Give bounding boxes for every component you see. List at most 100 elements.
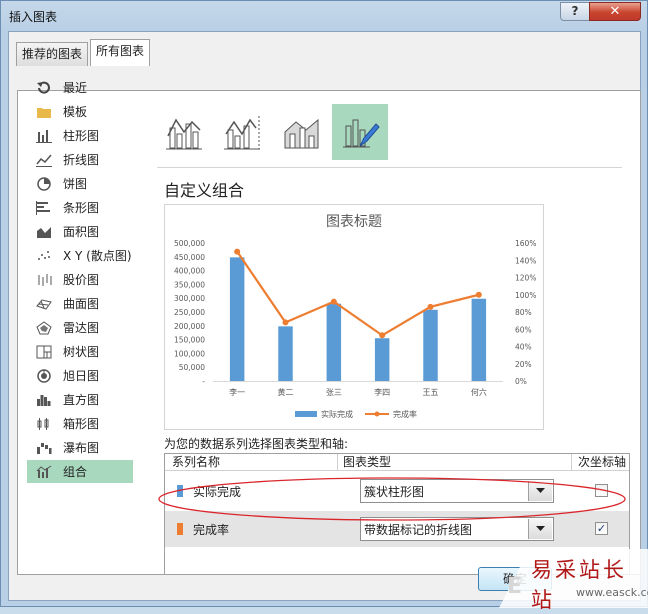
sidebar-item-label: 直方图 bbox=[63, 393, 100, 407]
column-line-secondary-axis-icon bbox=[224, 116, 260, 150]
line-chart-icon bbox=[35, 152, 53, 168]
bar-chart-icon bbox=[35, 200, 53, 216]
primary-axis-tick: 100,000 bbox=[174, 349, 205, 358]
primary-axis-tick: 150,000 bbox=[174, 336, 205, 345]
section-divider bbox=[157, 167, 622, 168]
sidebar-item-scatter-chart[interactable]: X Y (散点图) bbox=[27, 244, 133, 267]
sidebar-item-recent[interactable]: 最近 bbox=[27, 76, 133, 99]
tab-recommended-charts[interactable]: 推荐的图表 bbox=[16, 42, 89, 66]
primary-axis-tick: 450,000 bbox=[174, 253, 205, 262]
sidebar-item-label: 股价图 bbox=[63, 273, 100, 287]
stacked-area-column-thumb[interactable] bbox=[274, 104, 330, 160]
chart-title: 图表标题 bbox=[326, 214, 382, 230]
bar-实际完成 bbox=[423, 309, 438, 381]
sidebar-item-label: 饼图 bbox=[63, 177, 88, 191]
secondary-axis-tick: 20% bbox=[515, 360, 532, 369]
waterfall-chart-icon bbox=[35, 440, 53, 456]
sidebar-item-label: 曲面图 bbox=[63, 297, 100, 311]
clustered-column-line-secondary-thumb[interactable] bbox=[214, 104, 270, 160]
line-marker bbox=[427, 303, 434, 310]
sidebar-item-label: 组合 bbox=[63, 465, 88, 479]
primary-axis-tick: 350,000 bbox=[174, 280, 205, 289]
sidebar-item-column-chart[interactable]: 柱形图 bbox=[27, 124, 133, 147]
legend-swatch-bar bbox=[295, 411, 317, 417]
primary-axis-tick: - bbox=[202, 377, 205, 386]
insert-chart-dialog: 插入图表 ? ✕ 推荐的图表 所有图表 最近 模板 柱形图 折线图 饼图 条形图 面积图 X … bbox=[0, 0, 648, 612]
secondary-axis-checkbox[interactable]: ✓ bbox=[595, 522, 608, 535]
custom-combination-thumb[interactable] bbox=[332, 104, 388, 160]
radar-chart-icon bbox=[35, 320, 53, 336]
sidebar-item-stock-chart[interactable]: 股价图 bbox=[27, 268, 133, 291]
header-divider bbox=[337, 454, 338, 470]
secondary-axis-tick: 0% bbox=[515, 377, 527, 386]
column-chart-icon bbox=[35, 128, 53, 144]
watermark-url: www.easck.com bbox=[576, 586, 648, 599]
secondary-axis-tick: 40% bbox=[515, 343, 532, 352]
category-tick: 何六 bbox=[471, 387, 487, 397]
sidebar-item-label: 瀑布图 bbox=[63, 441, 100, 455]
recent-icon bbox=[35, 80, 53, 96]
sidebar-item-radar-chart[interactable]: 雷达图 bbox=[27, 316, 133, 339]
sidebar-item-box-whisker-chart[interactable]: 箱形图 bbox=[27, 412, 133, 435]
column-header-secondary-axis: 次坐标轴 bbox=[578, 455, 627, 469]
primary-axis-tick: 500,000 bbox=[174, 239, 205, 248]
sidebar-item-label: 折线图 bbox=[63, 153, 100, 167]
sidebar-item-label: 树状图 bbox=[63, 345, 100, 359]
surface-chart-icon bbox=[35, 296, 53, 312]
sidebar-item-line-chart[interactable]: 折线图 bbox=[27, 148, 133, 171]
legend-label: 实际完成 bbox=[321, 409, 353, 419]
area-column-combo-icon bbox=[284, 118, 319, 149]
primary-axis-tick: 200,000 bbox=[174, 322, 205, 331]
close-button[interactable]: ✕ bbox=[589, 2, 641, 21]
help-button[interactable]: ? bbox=[560, 2, 590, 21]
secondary-axis-tick: 160% bbox=[515, 239, 536, 248]
sidebar-item-combo-chart[interactable]: 组合 bbox=[27, 460, 133, 483]
clustered-column-line-icon bbox=[166, 118, 202, 150]
line-marker bbox=[330, 298, 337, 305]
column-header-series-name: 系列名称 bbox=[172, 455, 221, 469]
sidebar-item-waterfall-chart[interactable]: 瀑布图 bbox=[27, 436, 133, 459]
sidebar-item-folder[interactable]: 模板 bbox=[27, 100, 133, 123]
chart-preview: 图表标题 - 50,000 100,000 150,000 200,000 250,000 3… bbox=[164, 204, 544, 430]
line-marker bbox=[379, 332, 386, 339]
sidebar-item-treemap-chart[interactable]: 树状图 bbox=[27, 340, 133, 363]
series-instruction: 为您的数据系列选择图表类型和轴: bbox=[164, 437, 349, 451]
box-whisker-chart-icon bbox=[35, 416, 53, 432]
primary-axis-tick: 250,000 bbox=[174, 308, 205, 317]
secondary-axis-tick: 60% bbox=[515, 325, 532, 334]
scatter-chart-icon bbox=[35, 248, 53, 264]
custom-combo-pencil-icon bbox=[343, 119, 380, 148]
bar-实际完成 bbox=[278, 326, 293, 381]
bar-实际完成 bbox=[326, 303, 342, 381]
sidebar-item-label: X Y (散点图) bbox=[63, 249, 132, 263]
pie-chart-icon bbox=[35, 176, 53, 192]
sidebar-item-histogram-chart[interactable]: 直方图 bbox=[27, 388, 133, 411]
series-color-swatch bbox=[177, 523, 183, 535]
clustered-column-line-thumb[interactable] bbox=[156, 104, 212, 160]
line-series-完成率 bbox=[236, 251, 480, 337]
category-tick: 李四 bbox=[374, 387, 390, 397]
sidebar-item-label: 旭日图 bbox=[63, 369, 100, 383]
legend-label: 完成率 bbox=[393, 409, 417, 419]
custom-combination-heading: 自定义组合 bbox=[164, 181, 245, 200]
sidebar-item-sunburst-chart[interactable]: 旭日图 bbox=[27, 364, 133, 387]
category-tick: 李一 bbox=[229, 387, 245, 397]
stock-chart-icon bbox=[35, 272, 53, 288]
tab-all-charts[interactable]: 所有图表 bbox=[90, 39, 151, 66]
sidebar-item-area-chart[interactable]: 面积图 bbox=[27, 220, 133, 243]
sidebar-item-label: 面积图 bbox=[63, 225, 100, 239]
sidebar-item-surface-chart[interactable]: 曲面图 bbox=[27, 292, 133, 315]
folder-icon bbox=[35, 104, 53, 120]
sidebar-item-pie-chart[interactable]: 饼图 bbox=[27, 172, 133, 195]
category-tick: 王五 bbox=[423, 388, 439, 397]
primary-axis-tick: 300,000 bbox=[174, 294, 205, 303]
secondary-axis-tick: 120% bbox=[515, 274, 536, 283]
header-underline bbox=[165, 470, 629, 471]
combo-chart-icon bbox=[35, 464, 53, 480]
bar-实际完成 bbox=[374, 338, 390, 381]
legend-marker bbox=[374, 411, 380, 417]
sidebar-item-bar-chart[interactable]: 条形图 bbox=[27, 196, 133, 219]
area-chart-icon bbox=[35, 224, 53, 240]
sidebar-item-label: 最近 bbox=[63, 81, 88, 95]
secondary-axis-tick: 80% bbox=[515, 308, 532, 317]
